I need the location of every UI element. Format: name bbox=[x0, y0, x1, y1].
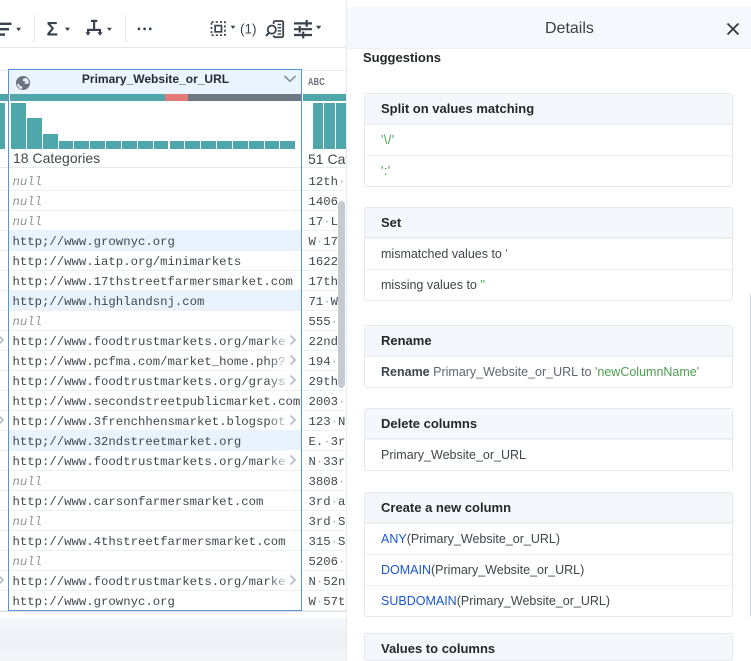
svg-text:Σ: Σ bbox=[47, 20, 58, 41]
svg-text:(1): (1) bbox=[240, 22, 257, 37]
